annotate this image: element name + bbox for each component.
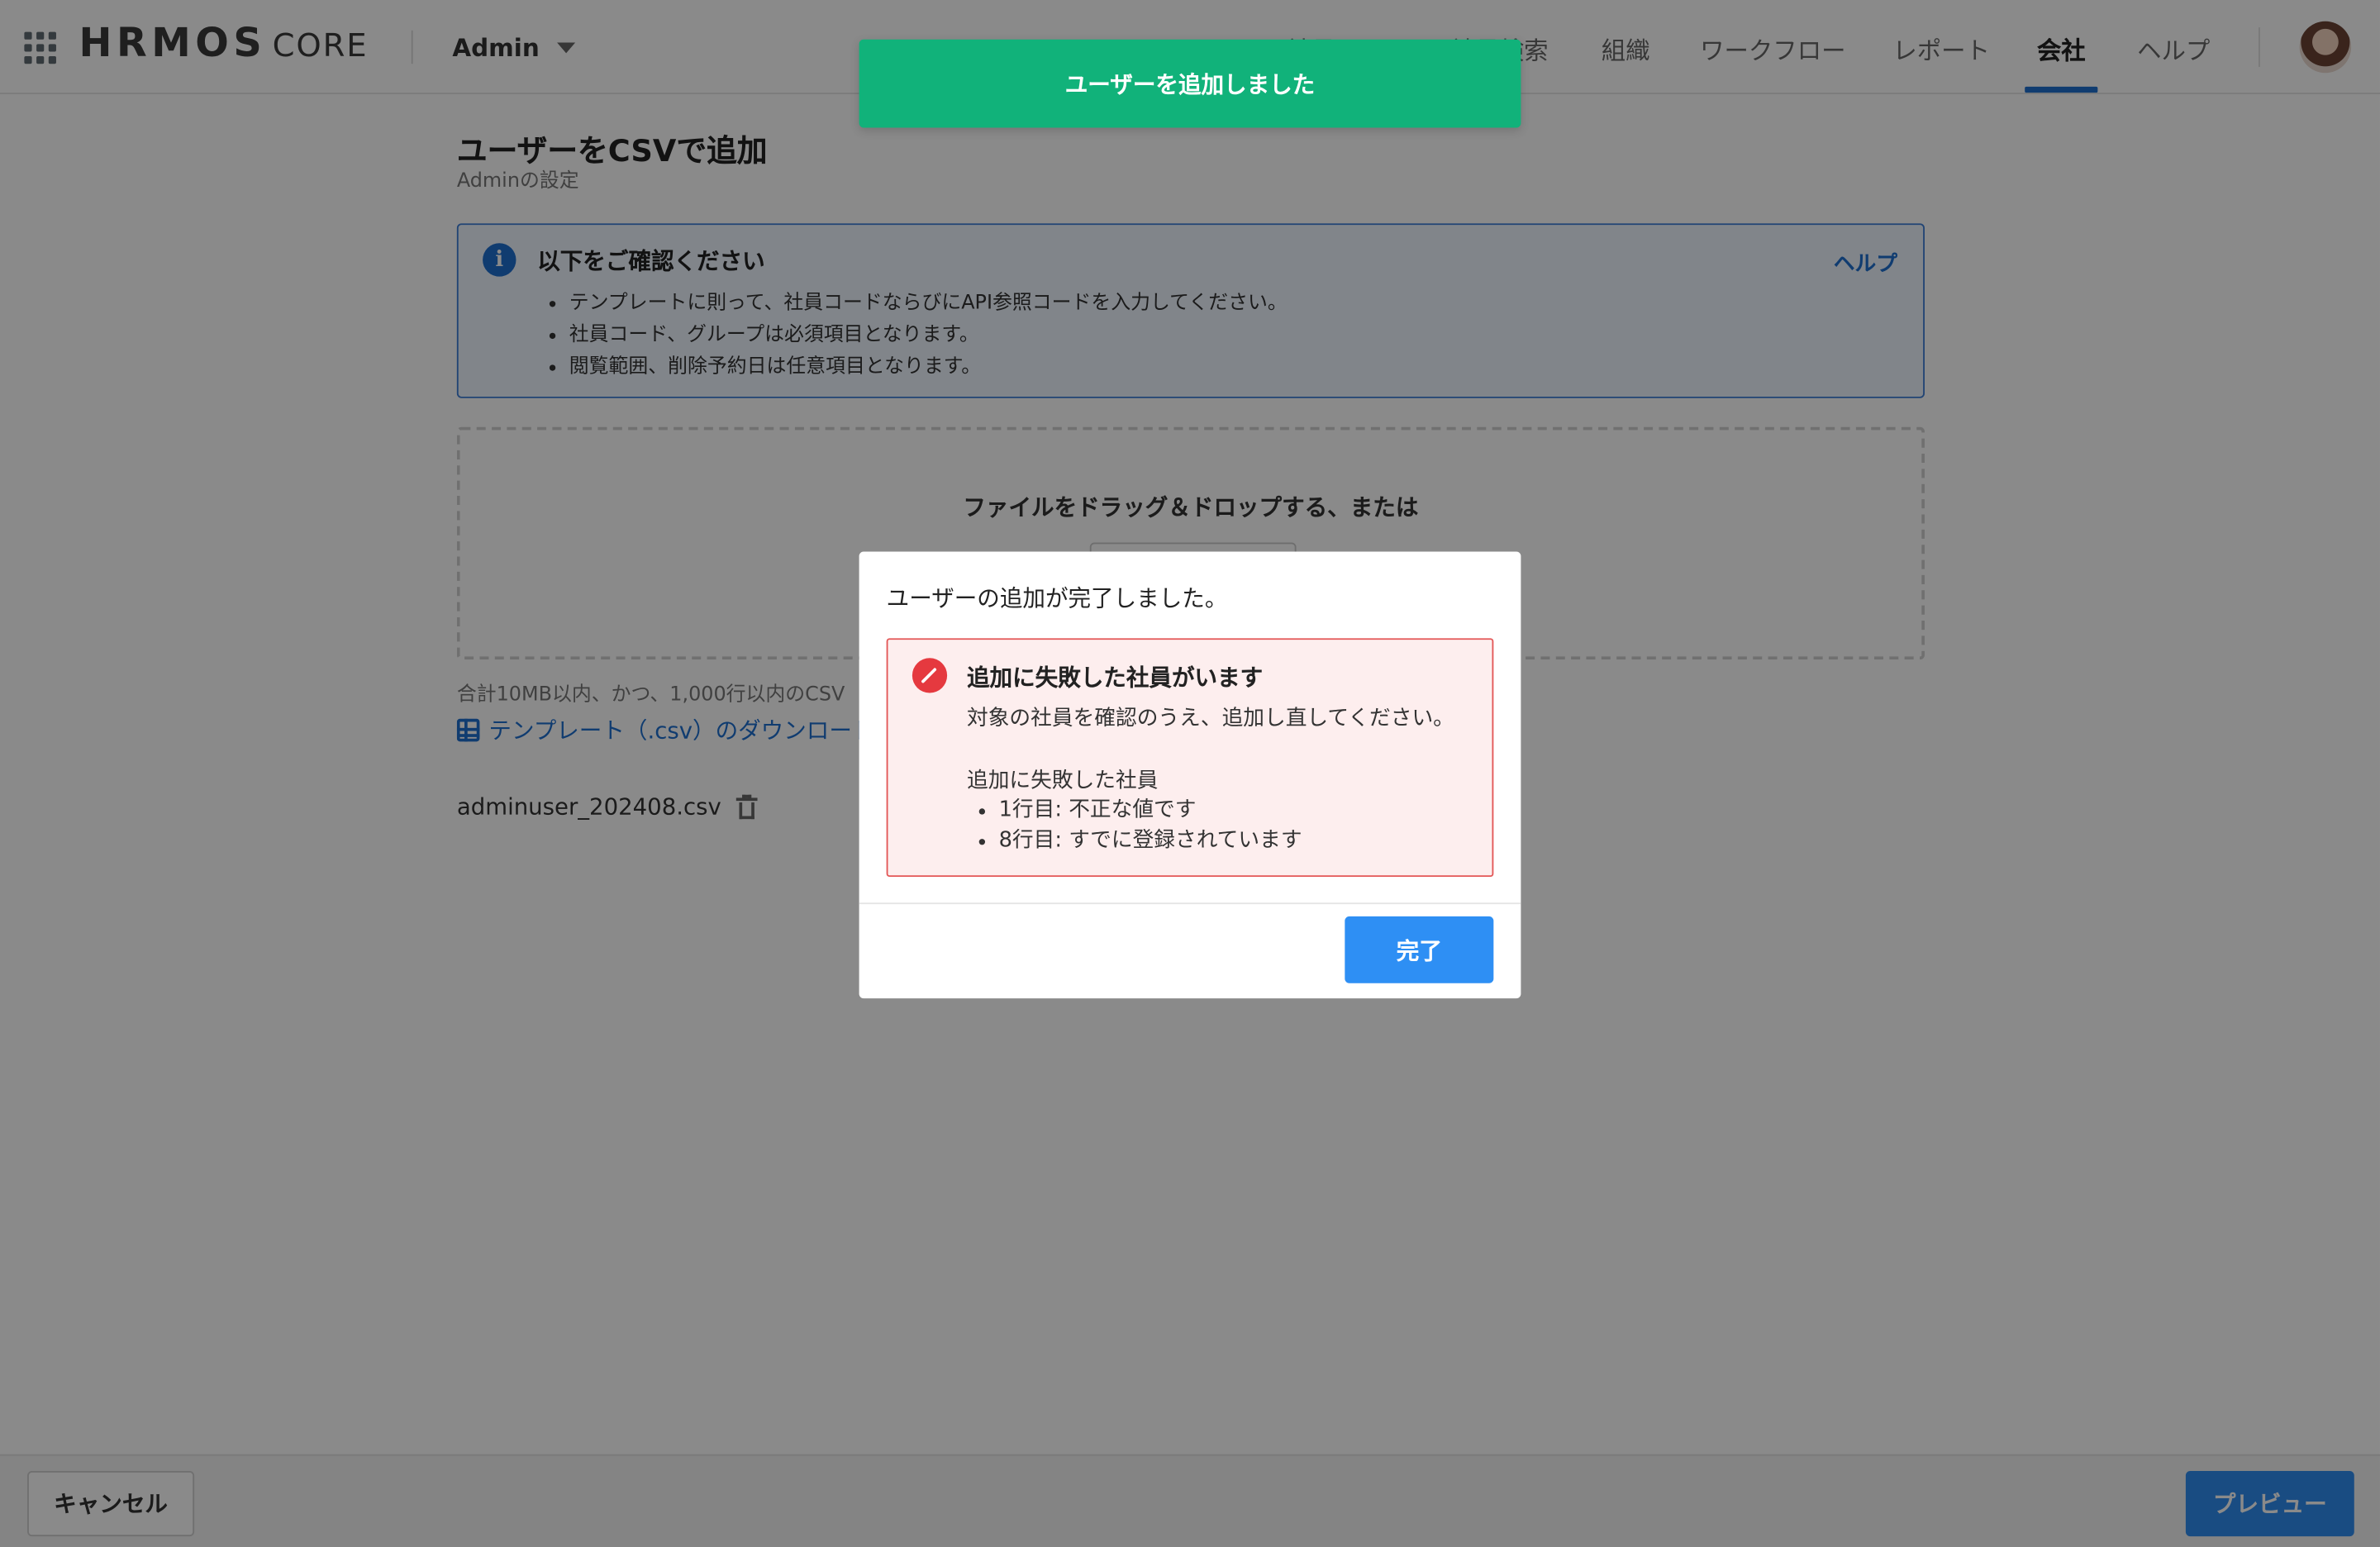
result-dialog: ユーザーの追加が完了しました。 追加に失敗した社員がいます 対象の社員を確認のう…	[859, 551, 1521, 999]
dialog-divider	[859, 902, 1521, 905]
success-toast: ユーザーを追加しました	[859, 39, 1521, 128]
failed-list-title: 追加に失敗した社員	[966, 769, 1159, 793]
alert-title: 追加に失敗した社員がいます	[966, 664, 1264, 692]
error-alert: 追加に失敗した社員がいます 対象の社員を確認のうえ、追加し直してください。 追加…	[886, 638, 1494, 878]
app-screen: HRMOS CORE Admin 社員 社員検索 組織 ワークフロー レポート …	[0, 0, 2380, 1547]
list-item: 8行目: すでに登録されています	[978, 826, 1302, 856]
alert-description: 対象の社員を確認のうえ、追加し直してください。	[966, 707, 1454, 731]
list-item: 1行目: 不正な値です	[978, 795, 1302, 826]
dialog-message: ユーザーの追加が完了しました。	[886, 584, 1228, 613]
failed-list: 1行目: 不正な値です 8行目: すでに登録されています	[978, 795, 1302, 856]
error-icon	[912, 658, 948, 693]
done-button[interactable]: 完了	[1345, 916, 1494, 983]
